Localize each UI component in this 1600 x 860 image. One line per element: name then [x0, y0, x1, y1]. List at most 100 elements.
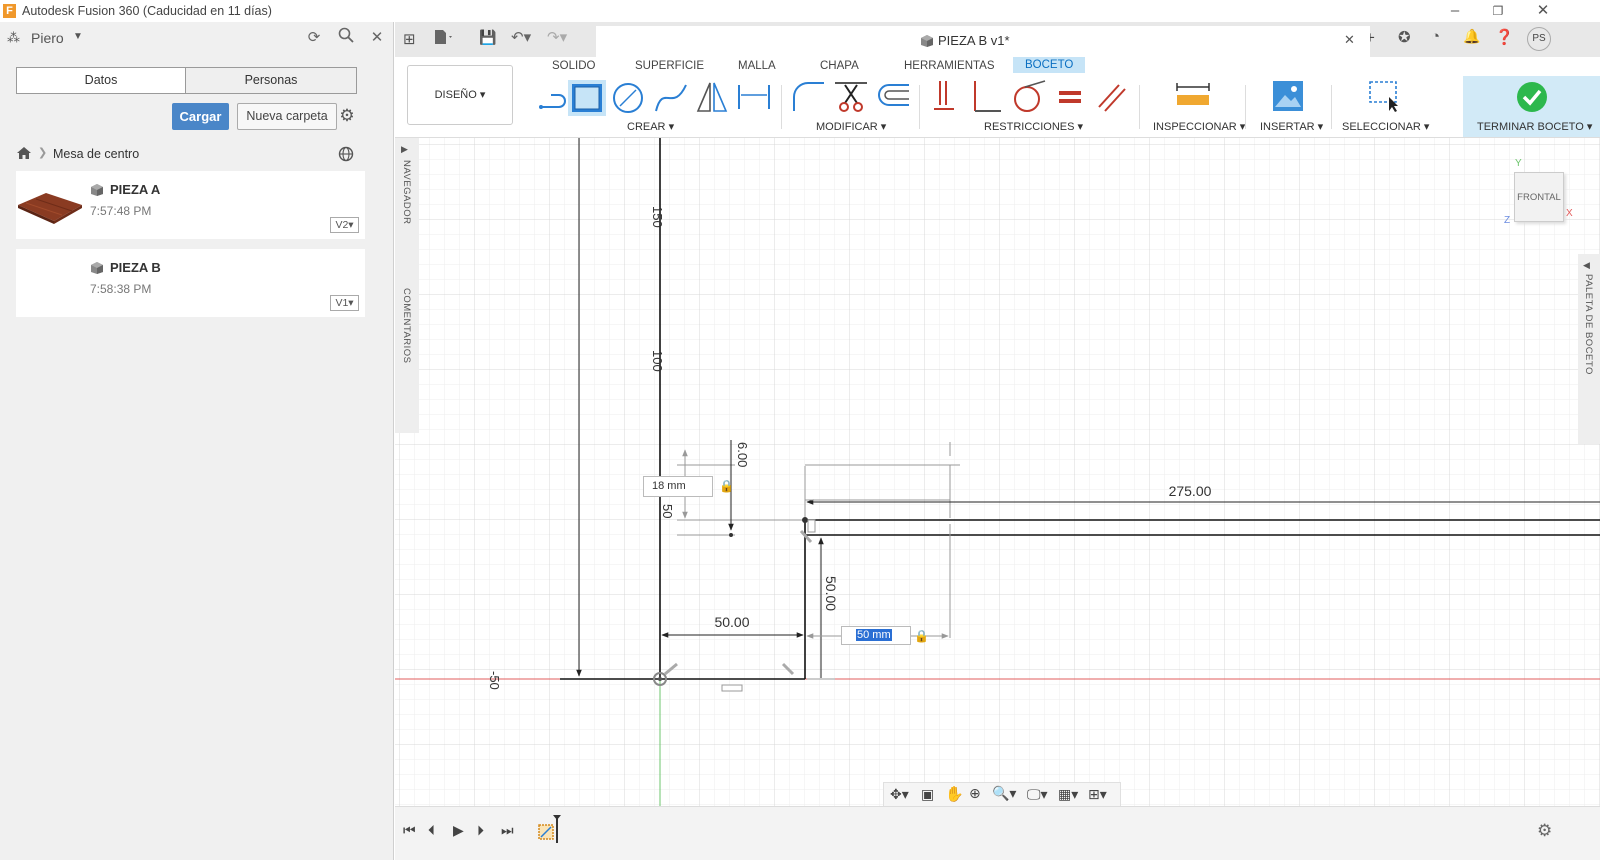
user-menu[interactable]: Piero — [31, 30, 64, 46]
finish-sketch-button[interactable]: TERMINAR BOCETO ▾ — [1463, 76, 1600, 137]
sketch-canvas[interactable]: 275.00 6.00 50 50.00 50.00 150 100 -50 — [395, 138, 1600, 806]
orbit-icon[interactable]: ✥▾ — [890, 786, 909, 803]
small-height-dimension-text[interactable]: 6.00 — [735, 442, 750, 467]
create-menu[interactable]: CREAR ▾ — [627, 120, 674, 133]
sketch-drawing[interactable]: 275.00 6.00 50 50.00 50.00 150 100 -50 — [395, 138, 1600, 806]
vertical-constraint-icon[interactable] — [931, 79, 957, 115]
insert-menu[interactable]: INSERTAR ▾ — [1260, 120, 1323, 133]
tab-herramientas[interactable]: HERRAMIENTAS — [904, 60, 995, 72]
pieza-a-thumbnail — [18, 193, 82, 224]
new-folder-button[interactable]: Nueva carpeta — [237, 103, 337, 130]
width-input-value[interactable]: 50 mm — [856, 629, 892, 641]
document-tab[interactable]: PIEZA B v1* ✕ — [596, 26, 1370, 57]
width-dimension-text[interactable]: 50.00 — [714, 614, 749, 630]
navigator-panel-tab[interactable]: NAVEGADOR — [401, 160, 412, 225]
grid-settings-icon[interactable]: ▦▾ — [1058, 786, 1078, 803]
refresh-icon[interactable]: ⟳ — [303, 27, 325, 49]
fillet-tool-icon[interactable] — [791, 79, 827, 113]
dimension-tool-icon[interactable] — [735, 81, 773, 113]
search-icon[interactable] — [335, 27, 357, 49]
version-dropdown[interactable]: V2▾ — [330, 217, 359, 233]
tab-solido[interactable]: SOLIDO — [552, 60, 595, 72]
sketch-palette-tab[interactable]: PALETA DE BOCETO — [1583, 274, 1594, 375]
right-height-dimension-text[interactable]: 50.00 — [823, 576, 839, 611]
select-menu[interactable]: SELECCIONAR ▾ — [1342, 120, 1429, 133]
selection-box-icon[interactable] — [1367, 79, 1401, 113]
lock-icon[interactable]: 🔒 — [914, 629, 929, 643]
file-card-pieza-a[interactable]: PIEZA A 7:57:48 PM V2▾ — [16, 171, 365, 239]
modify-menu[interactable]: MODIFICAR ▾ — [816, 120, 886, 133]
measure-ruler-icon[interactable] — [1175, 81, 1211, 111]
expand-arrow-icon[interactable]: ▶ — [401, 144, 408, 155]
viewports-icon[interactable]: ⊞▾ — [1088, 786, 1107, 803]
play-icon[interactable]: ▶ — [453, 822, 464, 839]
undo-icon[interactable]: ↶▾ — [511, 28, 531, 46]
workspace-selector[interactable]: DISEÑO ▾ — [407, 65, 513, 125]
help-icon[interactable]: ❓ — [1495, 28, 1514, 46]
zoom-icon[interactable]: ⊕ — [969, 785, 981, 802]
display-settings-icon[interactable]: 🖵▾ — [1027, 786, 1048, 803]
tab-superficie[interactable]: SUPERFICIE — [635, 60, 704, 72]
version-dropdown[interactable]: V1▾ — [330, 295, 359, 311]
breadcrumb[interactable]: Mesa de centro — [53, 147, 139, 161]
rectangle-tool-icon — [572, 84, 602, 112]
parallel-constraint-icon[interactable] — [1095, 79, 1129, 115]
tab-datos[interactable]: Datos — [16, 67, 186, 94]
step-back-icon[interactable]: ⏴ — [428, 822, 435, 839]
length-dimension-text[interactable]: 275.00 — [1169, 483, 1212, 499]
perpendicular-constraint-icon[interactable] — [969, 79, 1003, 115]
share-globe-icon[interactable] — [338, 146, 355, 165]
home-icon[interactable] — [16, 146, 32, 163]
chevron-down-icon[interactable]: ▼ — [73, 31, 83, 42]
viewcube-face[interactable]: FRONTAL — [1514, 172, 1564, 222]
expand-palette-icon[interactable]: ◀ — [1583, 260, 1590, 271]
upload-button[interactable]: Cargar — [172, 103, 229, 130]
tab-boceto[interactable]: BOCETO — [1013, 57, 1086, 73]
minimize-button[interactable]: – — [1440, 1, 1470, 21]
vertical-constraint-glyph-icon[interactable] — [807, 519, 816, 533]
rectangle-tool-button[interactable] — [568, 80, 606, 116]
constraints-menu[interactable]: RESTRICCIONES ▾ — [984, 120, 1083, 133]
sketch-timeline-item-icon[interactable] — [535, 813, 565, 845]
redo-icon[interactable]: ↷▾ — [547, 28, 567, 46]
tab-personas[interactable]: Personas — [185, 67, 357, 94]
restore-button[interactable]: ❐ — [1483, 1, 1513, 21]
trim-scissors-icon[interactable] — [833, 77, 869, 115]
horizontal-constraint-icon[interactable] — [721, 684, 743, 692]
timeline-settings-gear-icon[interactable]: ⚙ — [1537, 821, 1552, 841]
lock-icon[interactable]: 🔒 — [719, 479, 734, 493]
step-forward-icon[interactable]: ⏵ — [477, 822, 484, 839]
tangent-constraint-icon[interactable] — [1011, 79, 1047, 115]
fit-zoom-icon[interactable]: 🔍▾ — [992, 785, 1016, 802]
user-avatar[interactable]: PS — [1527, 27, 1551, 51]
file-menu-icon[interactable] — [433, 29, 455, 48]
go-to-start-icon[interactable]: ⏮ — [403, 822, 416, 839]
width-input[interactable]: 50 mm — [841, 626, 911, 645]
save-icon[interactable]: 💾 — [479, 29, 496, 46]
app-grid-icon[interactable]: ⊞ — [403, 30, 416, 48]
look-at-icon[interactable]: ▣ — [921, 786, 934, 803]
thickness-input[interactable]: 18 mm — [643, 476, 713, 497]
job-status-icon[interactable]: ◔ — [1431, 28, 1440, 45]
gear-icon[interactable]: ⚙ — [336, 105, 358, 127]
extensions-icon[interactable]: ✪ — [1398, 28, 1411, 46]
offset-tool-icon[interactable] — [875, 81, 911, 113]
tab-chapa[interactable]: CHAPA — [820, 60, 859, 72]
inspect-menu[interactable]: INSPECCIONAR ▾ — [1153, 120, 1245, 133]
insert-image-icon[interactable] — [1271, 79, 1305, 113]
circle-tool-icon[interactable] — [611, 81, 645, 115]
close-panel-icon[interactable]: ✕ — [366, 27, 388, 49]
sketch-point[interactable] — [802, 517, 808, 523]
spline-tool-icon[interactable] — [653, 81, 689, 115]
tab-malla[interactable]: MALLA — [738, 60, 776, 72]
file-card-pieza-b[interactable]: PIEZA B 7:58:38 PM V1▾ — [16, 249, 365, 317]
equal-constraint-icon[interactable] — [1055, 79, 1085, 115]
view-cube[interactable]: Y FRONTAL Z X — [1498, 158, 1573, 230]
comments-panel-tab[interactable]: COMENTARIOS — [401, 288, 412, 364]
close-tab-icon[interactable]: ✕ — [1344, 32, 1355, 48]
pan-hand-icon[interactable]: ✋ — [945, 785, 964, 803]
notifications-bell-icon[interactable]: 🔔 — [1463, 28, 1480, 45]
go-to-end-icon[interactable]: ⏭ — [501, 822, 514, 839]
close-window-button[interactable]: ✕ — [1528, 1, 1558, 21]
mirror-tool-icon[interactable] — [695, 79, 729, 115]
